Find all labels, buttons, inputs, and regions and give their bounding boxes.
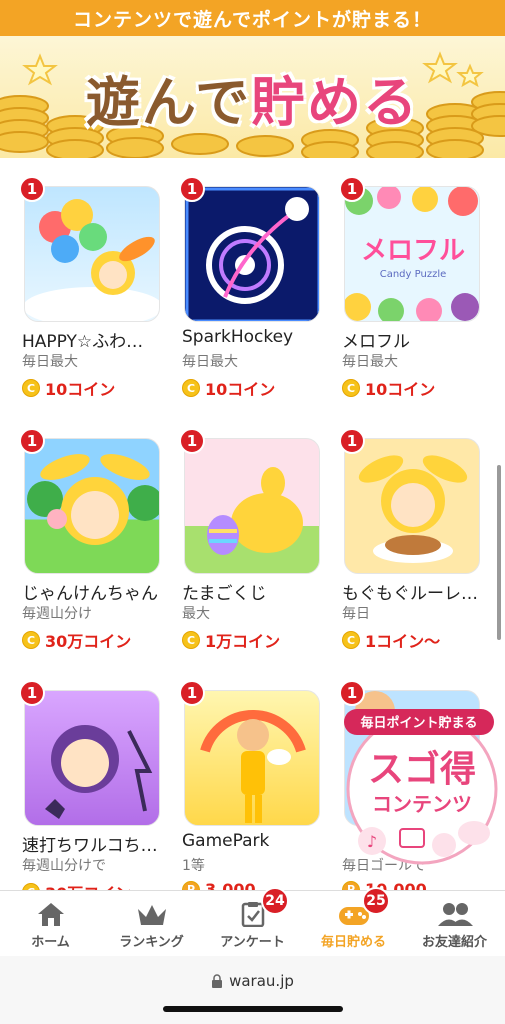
home-icon	[37, 903, 64, 926]
content-reward: C 1コイン〜	[342, 628, 440, 652]
reward-amount: 10コイン	[205, 380, 276, 399]
scroll-indicator[interactable]	[497, 465, 501, 640]
content-reward: C 10コイン	[342, 376, 435, 400]
tab-label: 毎日貯める	[320, 935, 386, 950]
new-badge: 1	[19, 680, 45, 706]
content-subtitle: 毎日最大	[182, 354, 238, 370]
tab-label: ホーム	[31, 935, 70, 950]
new-badge: 1	[179, 428, 205, 454]
content-thumbnail[interactable]	[344, 438, 480, 574]
home-indicator	[162, 1006, 343, 1012]
daily-count-badge: 25	[362, 887, 390, 915]
tab-label: お友達紹介	[421, 935, 487, 950]
new-badge: 1	[179, 176, 205, 202]
content-thumbnail[interactable]	[184, 438, 320, 574]
content-subtitle: 毎日最大	[22, 354, 78, 370]
tab-daily-earn[interactable]: 毎日貯める 25	[303, 887, 404, 956]
coin-icon: C	[22, 631, 40, 649]
tab-label: ランキング	[119, 935, 184, 950]
content-thumbnail[interactable]: メロフル Candy Puzzle	[344, 186, 480, 322]
bottom-tab-bar: ホーム ランキング アンケート 24 毎日貯める 25 お友達紹介	[0, 887, 505, 956]
content-thumbnail[interactable]	[24, 438, 160, 574]
coin-icon: C	[342, 631, 360, 649]
new-badge: 1	[339, 176, 365, 202]
content-title[interactable]: じゃんけんちゃん	[22, 579, 172, 604]
promo-top-label: 毎日ポイント貯まる	[360, 715, 477, 731]
reward-amount: 1万コイン	[205, 632, 281, 651]
coin-icon: C	[22, 379, 40, 397]
url-display[interactable]: warau.jp	[211, 972, 294, 990]
url-text: warau.jp	[229, 972, 294, 990]
browser-url-bar[interactable]: warau.jp	[0, 956, 505, 1024]
merofuru-logo: メロフル	[361, 236, 465, 266]
content-title[interactable]: HAPPY☆ふわ…	[22, 327, 172, 352]
content-title[interactable]: たまごくじ	[182, 579, 332, 604]
merofuru-sublogo: Candy Puzzle	[380, 269, 447, 280]
new-badge: 1	[19, 176, 45, 202]
content-thumbnail[interactable]	[24, 186, 160, 322]
promo-title: スゴ得	[368, 748, 476, 790]
reward-amount: 10コイン	[365, 380, 436, 399]
content-thumbnail[interactable]	[184, 186, 320, 322]
new-badge: 1	[339, 428, 365, 454]
content-thumbnail[interactable]	[184, 690, 320, 826]
new-badge: 1	[339, 680, 365, 706]
content-subtitle: 最大	[182, 606, 210, 622]
sugotoku-promo-badge[interactable]: 毎日ポイント貯まる スゴ得 コンテンツ ♪	[342, 705, 502, 865]
hero-title: 遊んで貯める	[0, 58, 505, 137]
survey-count-badge: 24	[261, 887, 289, 915]
crown-icon	[137, 905, 166, 925]
new-badge: 1	[19, 428, 45, 454]
coin-icon: C	[342, 379, 360, 397]
coin-icon: C	[182, 631, 200, 649]
friends-icon	[437, 903, 473, 926]
reward-amount: 30万コイン	[45, 632, 132, 651]
svg-text:♪: ♪	[367, 832, 377, 851]
banner-text: コンテンツで遊んでポイントが貯まる！	[72, 8, 433, 31]
content-subtitle: 毎週山分け	[22, 606, 92, 622]
content-subtitle: 毎週山分けで	[22, 858, 106, 874]
content-title[interactable]: もぐもぐルーレ…	[342, 579, 492, 604]
content-title[interactable]: SparkHockey	[182, 327, 332, 347]
content-subtitle: 毎日	[342, 606, 370, 622]
tab-home[interactable]: ホーム	[0, 891, 101, 956]
reward-amount: 1コイン〜	[365, 632, 441, 651]
tab-survey[interactable]: アンケート 24	[202, 887, 303, 956]
promo-subtitle: コンテンツ	[372, 792, 472, 816]
content-subtitle: 毎日最大	[342, 354, 398, 370]
content-thumbnail[interactable]	[24, 690, 160, 826]
tab-label: アンケート	[220, 935, 285, 950]
hero-banner[interactable]: 遊んで貯める	[0, 36, 505, 158]
new-badge: 1	[179, 680, 205, 706]
top-banner: コンテンツで遊んでポイントが貯まる！	[0, 0, 505, 36]
content-reward: C 10コイン	[22, 376, 115, 400]
hero-title-part2: 貯める	[251, 71, 420, 134]
hero-title-part1: 遊んで	[85, 71, 252, 134]
tab-invite-friends[interactable]: お友達紹介	[404, 891, 505, 956]
lock-icon	[212, 974, 223, 988]
content-title[interactable]: GamePark	[182, 831, 332, 851]
reward-amount: 10コイン	[45, 380, 116, 399]
content-reward: C 1万コイン	[182, 628, 280, 652]
content-subtitle: 1等	[182, 858, 205, 874]
content-reward: C 30万コイン	[22, 628, 131, 652]
content-title[interactable]: 速打ちワルコち…	[22, 831, 172, 856]
tab-ranking[interactable]: ランキング	[101, 891, 202, 956]
content-reward: C 10コイン	[182, 376, 275, 400]
coin-icon: C	[182, 379, 200, 397]
content-title[interactable]: メロフル	[342, 327, 492, 352]
